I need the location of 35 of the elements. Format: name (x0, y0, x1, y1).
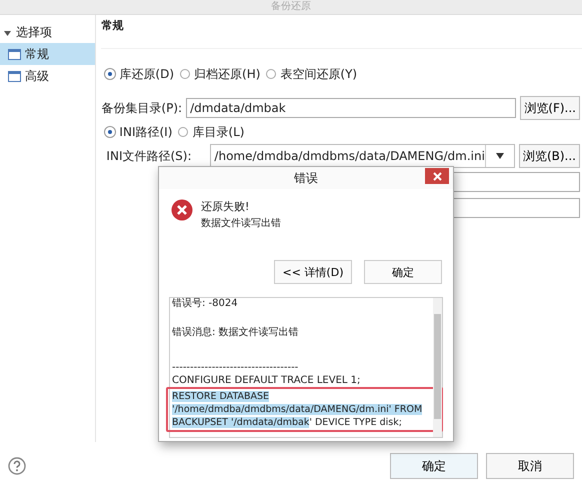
dialog-title: 错误 (294, 170, 318, 186)
help-icon[interactable] (8, 457, 26, 475)
scrollbar[interactable] (433, 298, 442, 437)
browse-button[interactable]: 浏览(F)... (520, 96, 580, 120)
error-message: 数据文件读写出错 (201, 216, 281, 230)
field-label: 备份集目录(P): (101, 100, 182, 116)
cancel-button[interactable]: 取消 (486, 453, 574, 479)
sql-statement: RESTORE DATABASE '/home/dmdba/dmdbms/data/DAMENG/dm.ini' FROM BACKUPSET '/dmdata/dmbak' DEVICE TYPE disk; (172, 390, 424, 429)
detail-line: 错误号: -8024 (172, 298, 239, 310)
close-button[interactable] (425, 168, 449, 184)
dropdown-arrow-icon (496, 153, 504, 159)
ok-button[interactable]: 确定 (364, 260, 442, 284)
radio-button[interactable]: 归档还原(H) (180, 66, 260, 82)
detail-line: CONFIGURE DEFAULT TRACE LEVEL 1; (172, 374, 362, 387)
radio-button[interactable]: INI路径(I) (105, 124, 172, 140)
radio-button[interactable]: 表空间还原(Y) (266, 66, 358, 82)
sidebar-item[interactable]: 常规 (0, 43, 96, 65)
field-label: INI文件路径(S): (105, 148, 192, 164)
ok-button[interactable]: 确定 (390, 453, 478, 479)
browse-button[interactable]: 浏览(B)... (518, 144, 580, 168)
sidebar-item[interactable]: 高级 (0, 65, 96, 87)
page-icon (8, 70, 21, 82)
input-field[interactable]: /dmdata/dmbak (186, 98, 516, 118)
window-title: 备份还原 (271, 0, 311, 13)
detail-line: 错误消息: 数据文件读写出错 (172, 326, 300, 339)
radio-button[interactable]: 库目录(L) (178, 124, 244, 140)
page-icon (8, 48, 21, 60)
tree-header[interactable]: 选择项 (0, 21, 96, 43)
details-button[interactable]: << 详情(D) (274, 260, 352, 284)
close-icon (432, 172, 442, 180)
error-heading: 还原失败! (201, 199, 250, 214)
detail-line: ----------------------------------- (172, 361, 300, 374)
section-title: 常规 (101, 18, 582, 49)
error-icon (171, 199, 193, 221)
radio-button[interactable]: 库还原(D) (105, 66, 174, 82)
